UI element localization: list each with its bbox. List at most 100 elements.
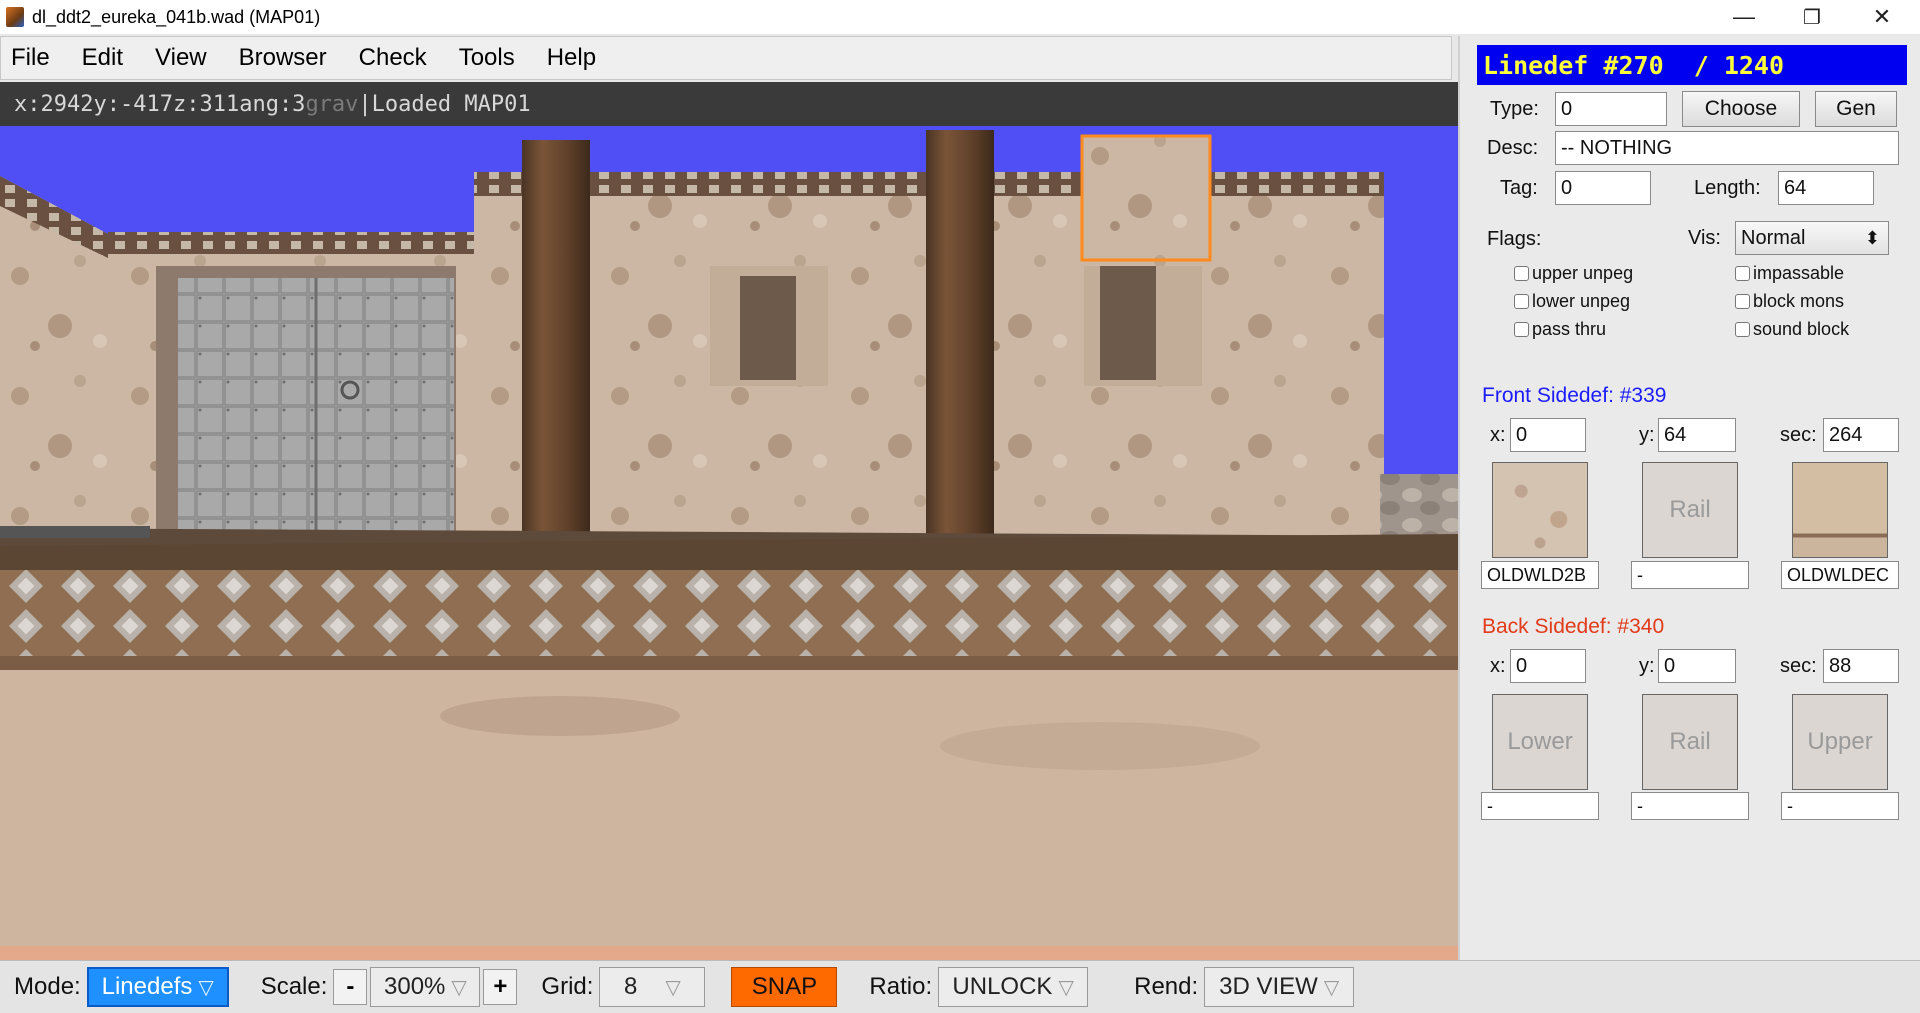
menu-file[interactable]: File — [7, 42, 54, 74]
back-sidedef-title: Back Sidedef: #340 — [1482, 615, 1665, 638]
menu-help[interactable]: Help — [543, 42, 600, 74]
menu-check[interactable]: Check — [355, 42, 431, 74]
front-sec-input[interactable]: 264 — [1823, 418, 1899, 452]
scale-dropdown[interactable]: 300% ▽ — [370, 967, 481, 1007]
status-grav: grav — [305, 91, 359, 117]
ratio-dropdown[interactable]: UNLOCK ▽ — [938, 967, 1089, 1007]
status-message: Loaded MAP01 — [371, 91, 531, 117]
checkbox[interactable] — [1514, 294, 1529, 309]
status-ang: ang:3 — [239, 91, 306, 117]
desc-label: Desc: — [1487, 137, 1539, 159]
chevron-down-icon: ▽ — [1058, 976, 1074, 999]
checkbox[interactable] — [1735, 322, 1750, 337]
flag-label: pass thru — [1532, 319, 1607, 339]
mode-dropdown[interactable]: Linedefs ▽ — [86, 967, 229, 1007]
checkbox[interactable] — [1514, 266, 1529, 281]
rend-value: 3D VIEW — [1219, 973, 1318, 1000]
flag-pass-thru[interactable]: pass thru — [1514, 319, 1606, 340]
front-sec-label: sec: — [1780, 424, 1817, 446]
back-sec-label: sec: — [1780, 655, 1817, 677]
scale-plus-button[interactable]: + — [483, 969, 518, 1005]
back-rail-tex-name[interactable]: - — [1631, 792, 1749, 820]
flag-sound-block[interactable]: sound block — [1735, 319, 1849, 340]
flag-lower-unpeg[interactable]: lower unpeg — [1514, 291, 1630, 312]
linedef-panel: Linedef #270 / 1240 Type: 0 Choose Gen D… — [1458, 36, 1920, 960]
chevron-down-icon: ▽ — [1323, 976, 1340, 999]
front-upper-tex-name[interactable]: OLDWLDEC — [1781, 561, 1899, 589]
ratio-label: Ratio: — [869, 973, 933, 1000]
vis-dropdown[interactable]: Normal ⬍ — [1735, 221, 1889, 255]
desc-field[interactable]: -- NOTHING — [1555, 131, 1899, 165]
type-input[interactable]: 0 — [1555, 92, 1667, 126]
vis-label: Vis: — [1688, 227, 1721, 249]
front-x-input[interactable]: 0 — [1510, 418, 1586, 452]
choose-button[interactable]: Choose — [1682, 91, 1800, 127]
selected-linedef-highlight[interactable] — [1080, 134, 1212, 262]
front-y-input[interactable]: 64 — [1658, 418, 1736, 452]
flag-impassable[interactable]: impassable — [1735, 263, 1844, 284]
flag-label: upper unpeg — [1532, 263, 1634, 283]
menu-browser[interactable]: Browser — [235, 42, 331, 74]
type-label: Type: — [1490, 98, 1539, 120]
title-bar: dl_ddt2_eureka_041b.wad (MAP01) — ❐ ✕ — [0, 0, 1920, 34]
front-rail-texture[interactable]: Rail — [1642, 462, 1738, 558]
back-rail-texture[interactable]: Rail — [1642, 694, 1738, 790]
checkbox[interactable] — [1735, 294, 1750, 309]
front-lower-tex-name[interactable]: OLDWLD2B — [1481, 561, 1599, 589]
flag-upper-unpeg[interactable]: upper unpeg — [1514, 263, 1633, 284]
flag-label: sound block — [1753, 319, 1850, 339]
chevron-down-icon: ▽ — [198, 976, 214, 999]
status-y: y:-417 — [93, 91, 173, 117]
back-lower-tex-name[interactable]: - — [1481, 792, 1599, 820]
tile-band — [0, 570, 1458, 662]
rend-dropdown[interactable]: 3D VIEW ▽ — [1204, 967, 1355, 1007]
vis-value: Normal — [1741, 226, 1806, 249]
updown-arrow-icon: ⬍ — [1864, 227, 1880, 248]
flag-block-mons[interactable]: block mons — [1735, 291, 1844, 312]
back-upper-texture[interactable]: Upper — [1792, 694, 1888, 790]
flag-label: lower unpeg — [1532, 291, 1631, 311]
3d-scene[interactable] — [0, 126, 1458, 960]
status-bar: x:2942 y:-417 z:311 ang:3 grav | Loaded … — [0, 82, 1458, 126]
menu-view[interactable]: View — [151, 42, 211, 74]
app-icon — [6, 7, 24, 27]
close-button[interactable]: ✕ — [1852, 0, 1912, 34]
checkbox[interactable] — [1514, 322, 1529, 337]
3d-viewport[interactable] — [0, 126, 1458, 960]
status-x: x:2942 — [14, 91, 94, 117]
menu-tools[interactable]: Tools — [455, 42, 519, 74]
snap-button[interactable]: SNAP — [731, 967, 838, 1007]
back-x-input[interactable]: 0 — [1510, 649, 1586, 683]
back-sec-input[interactable]: 88 — [1823, 649, 1899, 683]
maximize-button[interactable]: ❐ — [1782, 0, 1842, 34]
rend-label: Rend: — [1134, 973, 1199, 1000]
tag-input[interactable]: 0 — [1555, 171, 1651, 205]
window-left — [740, 276, 796, 380]
front-upper-texture[interactable] — [1792, 462, 1888, 558]
back-y-label: y: — [1639, 655, 1655, 677]
front-rail-tex-name[interactable]: - — [1631, 561, 1749, 589]
tag-label: Tag: — [1500, 177, 1538, 199]
back-upper-tex-name[interactable]: - — [1781, 792, 1899, 820]
grid-value: 8 — [624, 973, 638, 1000]
back-lower-texture[interactable]: Lower — [1492, 694, 1588, 790]
flags-label: Flags: — [1487, 228, 1542, 250]
scale-minus-button[interactable]: - — [333, 969, 368, 1005]
back-x-label: x: — [1490, 655, 1506, 677]
minimize-button[interactable]: — — [1714, 0, 1774, 34]
linedef-header: Linedef #270 / 1240 — [1477, 45, 1907, 85]
back-y-input[interactable]: 0 — [1658, 649, 1736, 683]
menu-edit[interactable]: Edit — [78, 42, 127, 74]
grid-dropdown[interactable]: 8 ▽ — [599, 967, 706, 1007]
gen-button[interactable]: Gen — [1815, 91, 1897, 127]
front-lower-texture[interactable] — [1492, 462, 1588, 558]
flag-label: impassable — [1753, 263, 1845, 283]
front-x-label: x: — [1490, 424, 1506, 446]
length-input[interactable]: 64 — [1778, 171, 1874, 205]
flag-label: block mons — [1753, 291, 1845, 311]
menu-bar: File Edit View Browser Check Tools Help — [0, 36, 1452, 80]
length-label: Length: — [1694, 177, 1761, 199]
mode-label: Mode: — [14, 973, 81, 1000]
status-separator: | — [358, 91, 372, 117]
checkbox[interactable] — [1735, 266, 1750, 281]
